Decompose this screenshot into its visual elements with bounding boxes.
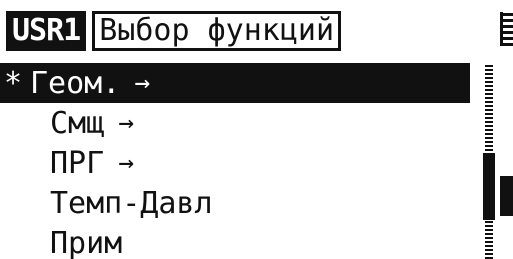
title-bar: USR1 Выбор функций xyxy=(6,8,342,54)
menu-item-temp-pressure[interactable]: Темп-Давл xyxy=(0,183,470,223)
screen-title: Выбор функций xyxy=(92,11,342,51)
menu-item-label: Прим xyxy=(50,225,123,259)
submenu-arrow-icon: → xyxy=(134,68,150,98)
menu-item-label: Темп-Давл xyxy=(50,185,213,221)
submenu-arrow-icon: → xyxy=(118,108,134,138)
function-menu: * Геом. → Смщ → ПРГ → Темп-Давл Прим xyxy=(0,63,470,259)
menu-item-programs[interactable]: ПРГ → xyxy=(0,143,470,183)
scrollbar-thumb[interactable] xyxy=(483,153,495,220)
page-indicator-icon xyxy=(500,12,513,46)
menu-item-note[interactable]: Прим xyxy=(0,223,470,259)
user-tag: USR1 xyxy=(6,11,87,51)
side-indicator-icon xyxy=(500,176,513,216)
menu-item-label: ПРГ xyxy=(50,145,105,181)
menu-item-geom[interactable]: * Геом. → xyxy=(0,63,470,103)
device-screen: USR1 Выбор функций * Геом. → Смщ → ПРГ →… xyxy=(0,0,513,259)
menu-item-offset[interactable]: Смщ → xyxy=(0,103,470,143)
menu-item-label: Геом. xyxy=(30,65,121,101)
submenu-arrow-icon: → xyxy=(118,148,134,178)
menu-item-label: Смщ xyxy=(50,105,105,141)
scrollbar[interactable] xyxy=(481,63,497,259)
selection-cursor: * xyxy=(3,65,23,101)
